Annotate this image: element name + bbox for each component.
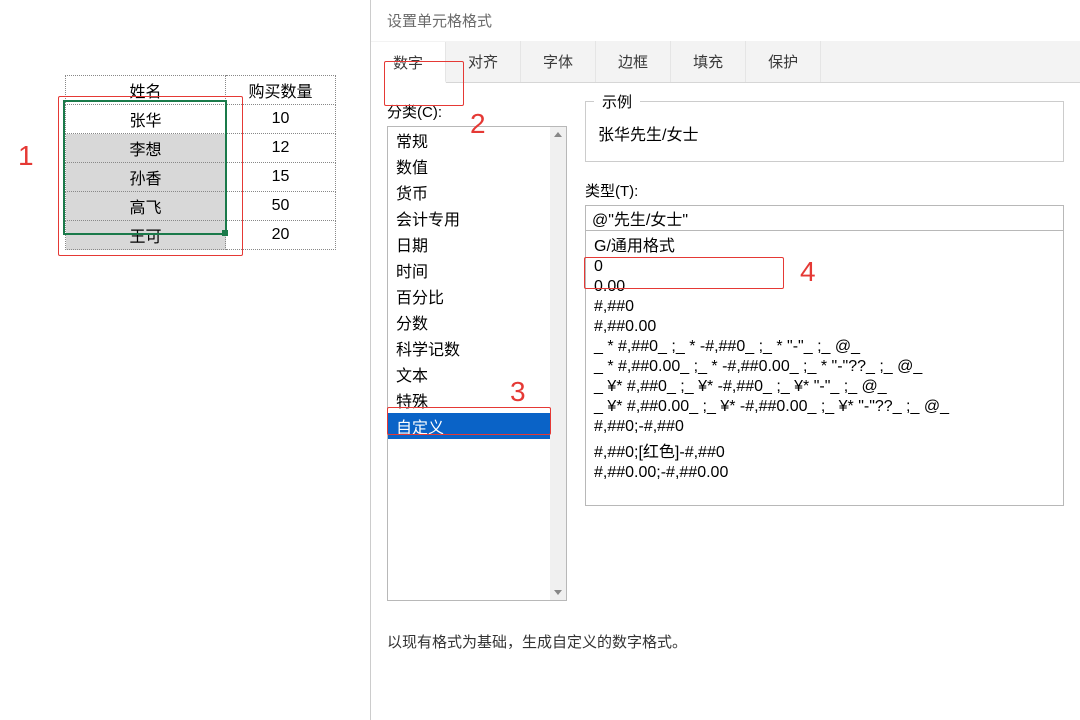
category-item-custom[interactable]: 自定义 (388, 413, 566, 439)
spreadsheet-table[interactable]: 姓名 购买数量 张华10 李想12 孙香15 高飞50 王可20 (65, 75, 336, 250)
cell-name[interactable]: 孙香 (66, 163, 226, 192)
tab-fill[interactable]: 填充 (671, 41, 746, 82)
header-name[interactable]: 姓名 (66, 76, 226, 105)
annotation-2: 2 (470, 108, 486, 140)
tab-protect[interactable]: 保护 (746, 41, 821, 82)
annotation-4: 4 (800, 256, 816, 288)
cell-qty[interactable]: 50 (226, 192, 336, 221)
cell-qty[interactable]: 12 (226, 134, 336, 163)
format-item[interactable]: _ * #,##0_ ;_ * -#,##0_ ;_ * "-"_ ;_ @_ (586, 337, 1063, 357)
sample-value: 张华先生/女士 (598, 119, 1051, 147)
category-item[interactable]: 文本 (388, 361, 566, 387)
category-item[interactable]: 时间 (388, 257, 566, 283)
format-item[interactable]: _ * #,##0.00_ ;_ * -#,##0.00_ ;_ * "-"??… (586, 357, 1063, 377)
category-item[interactable]: 百分比 (388, 283, 566, 309)
dialog-title: 设置单元格格式 (371, 0, 1080, 41)
tabs-bar: 数字 对齐 字体 边框 填充 保护 (371, 41, 1080, 83)
format-list[interactable]: G/通用格式 0 0.00 #,##0 #,##0.00 _ * #,##0_ … (585, 231, 1064, 506)
cell-name[interactable]: 高飞 (66, 192, 226, 221)
category-item[interactable]: 科学记数 (388, 335, 566, 361)
format-item[interactable]: #,##0.00 (586, 317, 1063, 337)
category-list[interactable]: 常规 数值 货币 会计专用 日期 时间 百分比 分数 科学记数 文本 特殊 自定… (387, 126, 567, 601)
category-item[interactable]: 货币 (388, 179, 566, 205)
category-item[interactable]: 数值 (388, 153, 566, 179)
format-item[interactable]: 0 (586, 257, 1063, 277)
cell-qty[interactable]: 20 (226, 221, 336, 250)
format-item[interactable]: 0.00 (586, 277, 1063, 297)
format-item[interactable]: #,##0 (586, 297, 1063, 317)
tab-font[interactable]: 字体 (521, 41, 596, 82)
category-item[interactable]: 特殊 (388, 387, 566, 413)
sample-box: 示例 张华先生/女士 (585, 101, 1064, 162)
tab-number[interactable]: 数字 (371, 42, 446, 83)
type-input[interactable] (585, 205, 1064, 231)
format-item[interactable]: #,##0;[红色]-#,##0 (586, 437, 1063, 463)
format-item[interactable]: #,##0.00;-#,##0.00 (586, 463, 1063, 483)
cell-qty[interactable]: 10 (226, 105, 336, 134)
format-item[interactable]: _ ¥* #,##0.00_ ;_ ¥* -#,##0.00_ ;_ ¥* "-… (586, 397, 1063, 417)
format-item[interactable]: _ ¥* #,##0_ ;_ ¥* -#,##0_ ;_ ¥* "-"_ ;_ … (586, 377, 1063, 397)
category-item[interactable]: 分数 (388, 309, 566, 335)
annotation-3: 3 (510, 376, 526, 408)
tab-align[interactable]: 对齐 (446, 41, 521, 82)
cell-qty[interactable]: 15 (226, 163, 336, 192)
scrollbar[interactable] (550, 127, 566, 600)
tab-border[interactable]: 边框 (596, 41, 671, 82)
format-item[interactable]: #,##0;-#,##0 (586, 417, 1063, 437)
cell-name[interactable]: 王可 (66, 221, 226, 250)
category-item[interactable]: 日期 (388, 231, 566, 257)
format-hint: 以现有格式为基础，生成自定义的数字格式。 (371, 611, 1080, 672)
type-label: 类型(T): (585, 180, 1064, 201)
sample-label: 示例 (596, 91, 638, 112)
format-item[interactable]: G/通用格式 (586, 231, 1063, 257)
header-qty[interactable]: 购买数量 (226, 76, 336, 105)
annotation-1: 1 (18, 140, 34, 172)
cell-name[interactable]: 张华 (66, 105, 226, 134)
cell-name[interactable]: 李想 (66, 134, 226, 163)
category-item[interactable]: 会计专用 (388, 205, 566, 231)
